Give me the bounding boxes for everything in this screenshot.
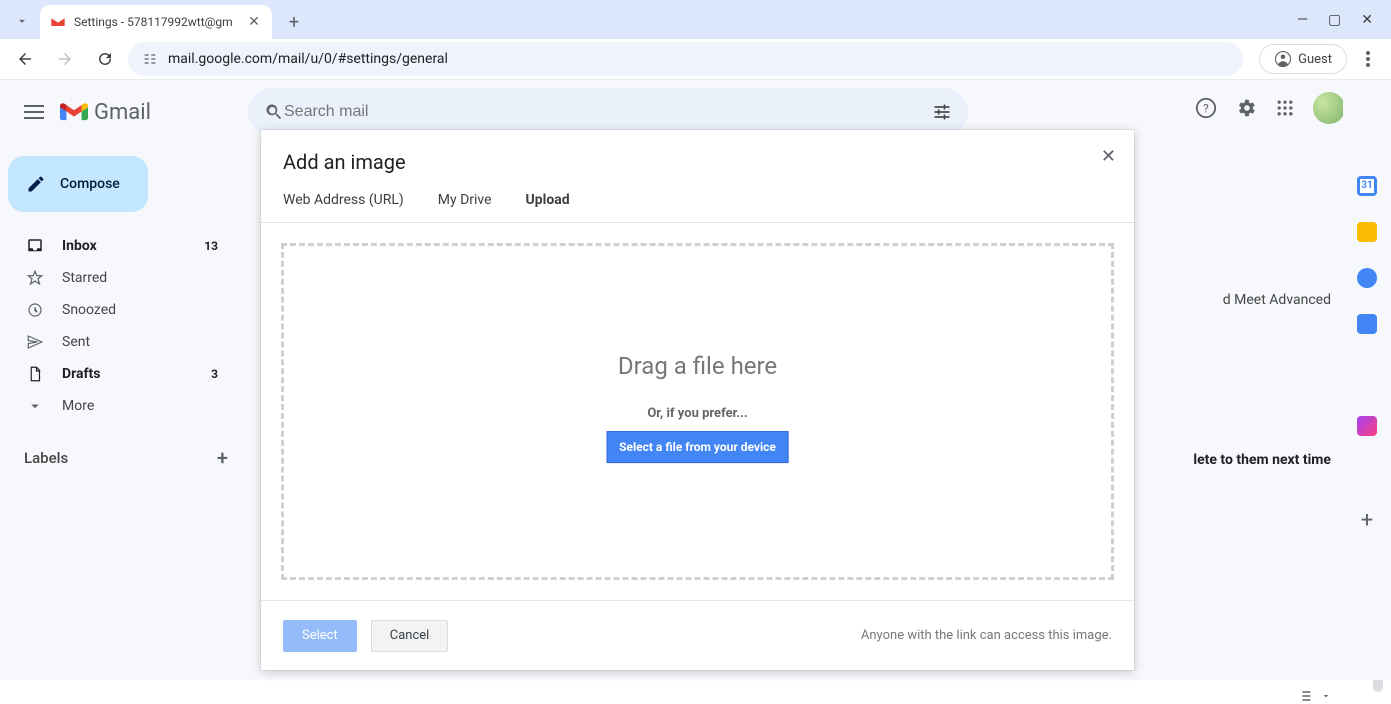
add-image-dialog: Add an image ✕ Web Address (URL) My Driv… [261, 130, 1134, 670]
dialog-footer: Select Cancel Anyone with the link can a… [261, 600, 1134, 670]
search-bar[interactable] [248, 88, 968, 136]
dialog-tabs: Web Address (URL) My Drive Upload [261, 174, 1134, 223]
tab-upload[interactable]: Upload [526, 192, 570, 222]
star-icon [26, 269, 44, 287]
sidebar-item-label: More [62, 398, 94, 414]
maximize-button[interactable]: ▢ [1328, 12, 1341, 28]
gmail-logo-icon [60, 101, 88, 123]
url-field[interactable]: mail.google.com/mail/u/0/#settings/gener… [128, 42, 1243, 76]
bg-text-fragment: lete to them next time [1193, 452, 1331, 468]
svg-text:?: ? [1203, 102, 1209, 116]
apps-grid-icon[interactable] [1275, 98, 1295, 118]
browser-tab-strip: Settings - 578117992wtt@gm ✕ + — ▢ ✕ [0, 0, 1391, 39]
arrow-left-icon [16, 50, 34, 68]
tab-search-button[interactable] [4, 3, 40, 39]
clock-icon [26, 301, 44, 319]
back-button[interactable] [8, 42, 42, 76]
inbox-icon [26, 237, 44, 255]
sidebar-item-inbox[interactable]: Inbox 13 [0, 230, 236, 262]
browser-tab[interactable]: Settings - 578117992wtt@gm ✕ [40, 5, 272, 39]
close-window-button[interactable]: ✕ [1361, 12, 1373, 28]
left-nav: Compose Inbox 13 Starred Snoozed Sent [0, 80, 248, 680]
main-menu-button[interactable] [12, 90, 56, 134]
cancel-button[interactable]: Cancel [371, 620, 449, 652]
compose-label: Compose [60, 176, 120, 192]
search-icon [264, 102, 284, 122]
gmail-favicon-icon [50, 14, 66, 30]
tune-icon[interactable] [932, 102, 952, 122]
add-label-button[interactable]: + [217, 446, 228, 470]
list-icon [1297, 688, 1313, 704]
file-icon [26, 365, 44, 383]
settings-gear-icon[interactable] [1235, 97, 1257, 119]
hamburger-icon [24, 105, 44, 119]
arrow-right-icon [56, 50, 74, 68]
url-text: mail.google.com/mail/u/0/#settings/gener… [168, 51, 448, 67]
tab-web-address[interactable]: Web Address (URL) [283, 192, 404, 222]
bg-tab-fragment: d Meet Advanced [1223, 292, 1331, 308]
profile-label: Guest [1298, 52, 1332, 67]
search-input[interactable] [284, 103, 932, 121]
person-circle-icon [1274, 50, 1292, 68]
dialog-close-button[interactable]: ✕ [1101, 146, 1116, 167]
sidebar-item-label: Starred [62, 270, 107, 286]
sidebar-item-label: Snoozed [62, 302, 116, 318]
sidebar-item-label: Sent [62, 334, 90, 350]
sidebar-item-label: Drafts [62, 366, 100, 382]
dropzone-or-text: Or, if you prefer... [606, 406, 789, 421]
forward-button[interactable] [48, 42, 82, 76]
caret-down-icon [1321, 691, 1331, 701]
contacts-app-icon[interactable] [1357, 314, 1377, 334]
bg-list-toolbar [1297, 688, 1331, 704]
sidebar-item-label: Inbox [62, 238, 97, 254]
labels-header: Labels + [0, 428, 248, 470]
kebab-icon [1366, 51, 1370, 67]
minimize-button[interactable]: — [1297, 12, 1308, 28]
drafts-count: 3 [211, 367, 218, 381]
tab-title: Settings - 578117992wtt@gm [74, 15, 238, 29]
chevron-down-icon [15, 14, 29, 28]
gmail-wordmark: Gmail [94, 100, 151, 125]
reload-icon [96, 50, 114, 68]
header-actions: ? [1195, 92, 1345, 124]
tab-my-drive[interactable]: My Drive [438, 192, 492, 222]
inbox-count: 13 [204, 239, 218, 253]
get-addons-button[interactable]: + [1361, 508, 1373, 533]
companion-rail: 31 + [1343, 80, 1391, 680]
reload-button[interactable] [88, 42, 122, 76]
sidebar-item-sent[interactable]: Sent [0, 326, 236, 358]
sidebar-item-starred[interactable]: Starred [0, 262, 236, 294]
account-avatar[interactable] [1313, 92, 1345, 124]
gmail-logo[interactable]: Gmail [60, 100, 151, 125]
chevron-down-icon [26, 397, 44, 415]
upload-dropzone[interactable]: Drag a file here Or, if you prefer... Se… [281, 243, 1114, 580]
select-file-button[interactable]: Select a file from your device [606, 431, 789, 463]
address-bar: mail.google.com/mail/u/0/#settings/gener… [0, 39, 1391, 80]
sidebar-item-more[interactable]: More [0, 390, 236, 422]
compose-button[interactable]: Compose [8, 156, 148, 212]
pencil-icon [26, 174, 46, 194]
addon-icon[interactable] [1357, 416, 1377, 436]
profile-chip[interactable]: Guest [1259, 44, 1347, 74]
send-icon [26, 333, 44, 351]
sidebar-item-snoozed[interactable]: Snoozed [0, 294, 236, 326]
browser-menu-button[interactable] [1353, 51, 1383, 67]
select-button[interactable]: Select [283, 620, 357, 652]
keep-app-icon[interactable] [1357, 222, 1377, 242]
tab-close-button[interactable]: ✕ [246, 14, 262, 30]
dialog-title: Add an image [283, 150, 1112, 174]
sidebar-item-drafts[interactable]: Drafts 3 [0, 358, 236, 390]
help-icon[interactable]: ? [1195, 97, 1217, 119]
window-controls: — ▢ ✕ [1297, 0, 1391, 39]
tasks-app-icon[interactable] [1357, 268, 1377, 288]
site-settings-icon [142, 51, 158, 67]
labels-title: Labels [24, 449, 68, 467]
footer-note: Anyone with the link can access this ima… [861, 628, 1112, 643]
dropzone-heading: Drag a file here [606, 352, 789, 380]
calendar-app-icon[interactable]: 31 [1357, 176, 1377, 196]
new-tab-button[interactable]: + [280, 8, 308, 36]
